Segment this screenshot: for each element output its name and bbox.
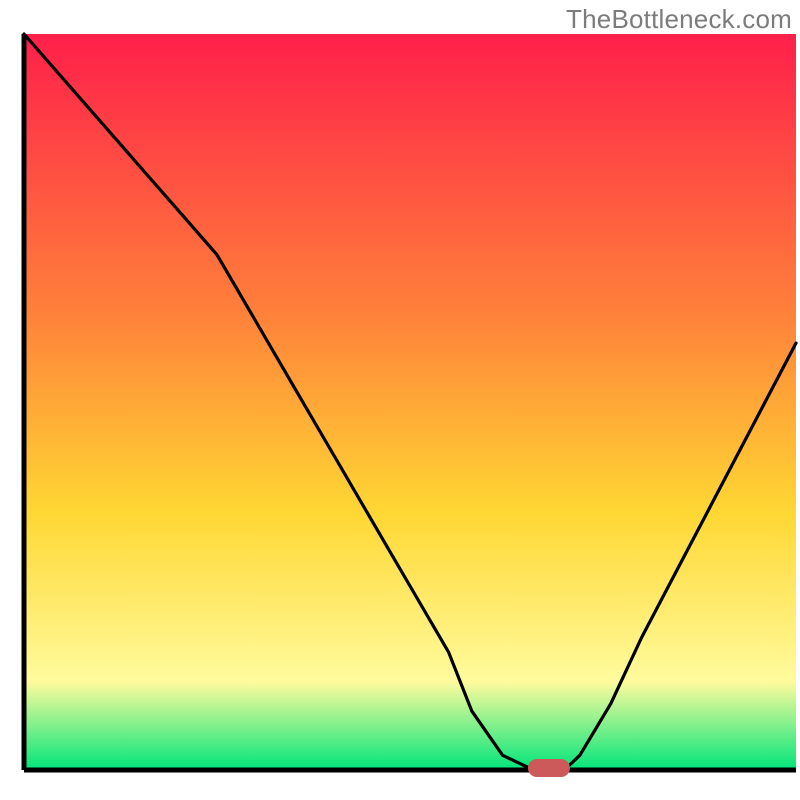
optimal-marker [528,759,570,777]
watermark-text: TheBottleneck.com [566,4,792,35]
plot-background [24,34,796,770]
bottleneck-chart [0,0,800,800]
